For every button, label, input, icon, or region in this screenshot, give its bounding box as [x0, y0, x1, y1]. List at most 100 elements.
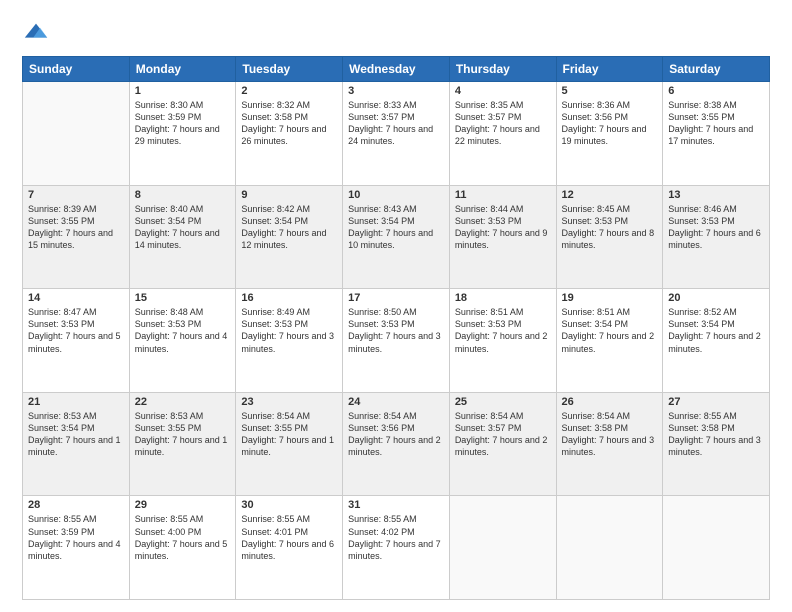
calendar-cell: 4 Sunrise: 8:35 AMSunset: 3:57 PMDayligh…	[449, 82, 556, 186]
day-number: 22	[135, 396, 231, 408]
calendar-cell	[663, 496, 770, 600]
weekday-header-monday: Monday	[129, 57, 236, 82]
day-number: 28	[28, 499, 124, 511]
calendar-cell: 12 Sunrise: 8:45 AMSunset: 3:53 PMDaylig…	[556, 185, 663, 289]
day-info: Sunrise: 8:44 AMSunset: 3:53 PMDaylight:…	[455, 204, 548, 250]
calendar-cell: 24 Sunrise: 8:54 AMSunset: 3:56 PMDaylig…	[343, 392, 450, 496]
calendar-cell: 3 Sunrise: 8:33 AMSunset: 3:57 PMDayligh…	[343, 82, 450, 186]
weekday-header-wednesday: Wednesday	[343, 57, 450, 82]
day-info: Sunrise: 8:51 AMSunset: 3:53 PMDaylight:…	[455, 307, 548, 353]
calendar-cell	[23, 82, 130, 186]
day-info: Sunrise: 8:50 AMSunset: 3:53 PMDaylight:…	[348, 307, 441, 353]
day-number: 19	[562, 292, 658, 304]
day-number: 4	[455, 85, 551, 97]
calendar-cell: 9 Sunrise: 8:42 AMSunset: 3:54 PMDayligh…	[236, 185, 343, 289]
day-info: Sunrise: 8:49 AMSunset: 3:53 PMDaylight:…	[241, 307, 334, 353]
day-info: Sunrise: 8:54 AMSunset: 3:58 PMDaylight:…	[562, 411, 655, 457]
day-number: 14	[28, 292, 124, 304]
calendar-cell: 2 Sunrise: 8:32 AMSunset: 3:58 PMDayligh…	[236, 82, 343, 186]
day-info: Sunrise: 8:55 AMSunset: 3:58 PMDaylight:…	[668, 411, 761, 457]
day-info: Sunrise: 8:54 AMSunset: 3:55 PMDaylight:…	[241, 411, 334, 457]
calendar-cell: 13 Sunrise: 8:46 AMSunset: 3:53 PMDaylig…	[663, 185, 770, 289]
header	[22, 18, 770, 46]
day-number: 6	[668, 85, 764, 97]
day-number: 27	[668, 396, 764, 408]
weekday-header-row: SundayMondayTuesdayWednesdayThursdayFrid…	[23, 57, 770, 82]
day-number: 25	[455, 396, 551, 408]
week-row-2: 7 Sunrise: 8:39 AMSunset: 3:55 PMDayligh…	[23, 185, 770, 289]
calendar-cell: 26 Sunrise: 8:54 AMSunset: 3:58 PMDaylig…	[556, 392, 663, 496]
calendar-cell: 29 Sunrise: 8:55 AMSunset: 4:00 PMDaylig…	[129, 496, 236, 600]
day-number: 3	[348, 85, 444, 97]
day-number: 18	[455, 292, 551, 304]
calendar-cell: 7 Sunrise: 8:39 AMSunset: 3:55 PMDayligh…	[23, 185, 130, 289]
logo-icon	[22, 18, 50, 46]
weekday-header-tuesday: Tuesday	[236, 57, 343, 82]
day-info: Sunrise: 8:46 AMSunset: 3:53 PMDaylight:…	[668, 204, 761, 250]
calendar-cell: 18 Sunrise: 8:51 AMSunset: 3:53 PMDaylig…	[449, 289, 556, 393]
day-info: Sunrise: 8:55 AMSunset: 4:02 PMDaylight:…	[348, 514, 441, 560]
calendar-cell	[449, 496, 556, 600]
day-number: 31	[348, 499, 444, 511]
calendar-cell: 25 Sunrise: 8:54 AMSunset: 3:57 PMDaylig…	[449, 392, 556, 496]
calendar-cell: 14 Sunrise: 8:47 AMSunset: 3:53 PMDaylig…	[23, 289, 130, 393]
calendar-cell	[556, 496, 663, 600]
day-number: 20	[668, 292, 764, 304]
calendar-cell: 6 Sunrise: 8:38 AMSunset: 3:55 PMDayligh…	[663, 82, 770, 186]
calendar-cell: 10 Sunrise: 8:43 AMSunset: 3:54 PMDaylig…	[343, 185, 450, 289]
day-info: Sunrise: 8:48 AMSunset: 3:53 PMDaylight:…	[135, 307, 228, 353]
week-row-3: 14 Sunrise: 8:47 AMSunset: 3:53 PMDaylig…	[23, 289, 770, 393]
day-info: Sunrise: 8:38 AMSunset: 3:55 PMDaylight:…	[668, 100, 753, 146]
day-number: 13	[668, 189, 764, 201]
day-number: 9	[241, 189, 337, 201]
day-info: Sunrise: 8:55 AMSunset: 4:00 PMDaylight:…	[135, 514, 228, 560]
calendar-cell: 20 Sunrise: 8:52 AMSunset: 3:54 PMDaylig…	[663, 289, 770, 393]
day-info: Sunrise: 8:52 AMSunset: 3:54 PMDaylight:…	[668, 307, 761, 353]
calendar-cell: 27 Sunrise: 8:55 AMSunset: 3:58 PMDaylig…	[663, 392, 770, 496]
week-row-5: 28 Sunrise: 8:55 AMSunset: 3:59 PMDaylig…	[23, 496, 770, 600]
day-number: 10	[348, 189, 444, 201]
calendar-cell: 15 Sunrise: 8:48 AMSunset: 3:53 PMDaylig…	[129, 289, 236, 393]
weekday-header-saturday: Saturday	[663, 57, 770, 82]
weekday-header-friday: Friday	[556, 57, 663, 82]
calendar-cell: 5 Sunrise: 8:36 AMSunset: 3:56 PMDayligh…	[556, 82, 663, 186]
day-number: 17	[348, 292, 444, 304]
day-number: 16	[241, 292, 337, 304]
day-info: Sunrise: 8:53 AMSunset: 3:54 PMDaylight:…	[28, 411, 121, 457]
weekday-header-thursday: Thursday	[449, 57, 556, 82]
week-row-1: 1 Sunrise: 8:30 AMSunset: 3:59 PMDayligh…	[23, 82, 770, 186]
calendar-table: SundayMondayTuesdayWednesdayThursdayFrid…	[22, 56, 770, 600]
day-info: Sunrise: 8:47 AMSunset: 3:53 PMDaylight:…	[28, 307, 121, 353]
logo	[22, 18, 54, 46]
day-number: 11	[455, 189, 551, 201]
calendar-cell: 19 Sunrise: 8:51 AMSunset: 3:54 PMDaylig…	[556, 289, 663, 393]
day-number: 5	[562, 85, 658, 97]
day-number: 8	[135, 189, 231, 201]
calendar-cell: 22 Sunrise: 8:53 AMSunset: 3:55 PMDaylig…	[129, 392, 236, 496]
day-info: Sunrise: 8:55 AMSunset: 3:59 PMDaylight:…	[28, 514, 121, 560]
day-info: Sunrise: 8:54 AMSunset: 3:57 PMDaylight:…	[455, 411, 548, 457]
calendar-cell: 28 Sunrise: 8:55 AMSunset: 3:59 PMDaylig…	[23, 496, 130, 600]
day-info: Sunrise: 8:42 AMSunset: 3:54 PMDaylight:…	[241, 204, 326, 250]
day-info: Sunrise: 8:36 AMSunset: 3:56 PMDaylight:…	[562, 100, 647, 146]
day-info: Sunrise: 8:32 AMSunset: 3:58 PMDaylight:…	[241, 100, 326, 146]
day-number: 23	[241, 396, 337, 408]
day-number: 15	[135, 292, 231, 304]
calendar-cell: 16 Sunrise: 8:49 AMSunset: 3:53 PMDaylig…	[236, 289, 343, 393]
day-info: Sunrise: 8:39 AMSunset: 3:55 PMDaylight:…	[28, 204, 113, 250]
calendar-cell: 11 Sunrise: 8:44 AMSunset: 3:53 PMDaylig…	[449, 185, 556, 289]
day-number: 29	[135, 499, 231, 511]
calendar-cell: 23 Sunrise: 8:54 AMSunset: 3:55 PMDaylig…	[236, 392, 343, 496]
day-info: Sunrise: 8:30 AMSunset: 3:59 PMDaylight:…	[135, 100, 220, 146]
calendar-page: SundayMondayTuesdayWednesdayThursdayFrid…	[0, 0, 792, 612]
week-row-4: 21 Sunrise: 8:53 AMSunset: 3:54 PMDaylig…	[23, 392, 770, 496]
calendar-cell: 17 Sunrise: 8:50 AMSunset: 3:53 PMDaylig…	[343, 289, 450, 393]
day-number: 30	[241, 499, 337, 511]
day-number: 12	[562, 189, 658, 201]
day-number: 21	[28, 396, 124, 408]
calendar-cell: 21 Sunrise: 8:53 AMSunset: 3:54 PMDaylig…	[23, 392, 130, 496]
day-number: 7	[28, 189, 124, 201]
day-number: 24	[348, 396, 444, 408]
day-info: Sunrise: 8:51 AMSunset: 3:54 PMDaylight:…	[562, 307, 655, 353]
day-info: Sunrise: 8:53 AMSunset: 3:55 PMDaylight:…	[135, 411, 228, 457]
